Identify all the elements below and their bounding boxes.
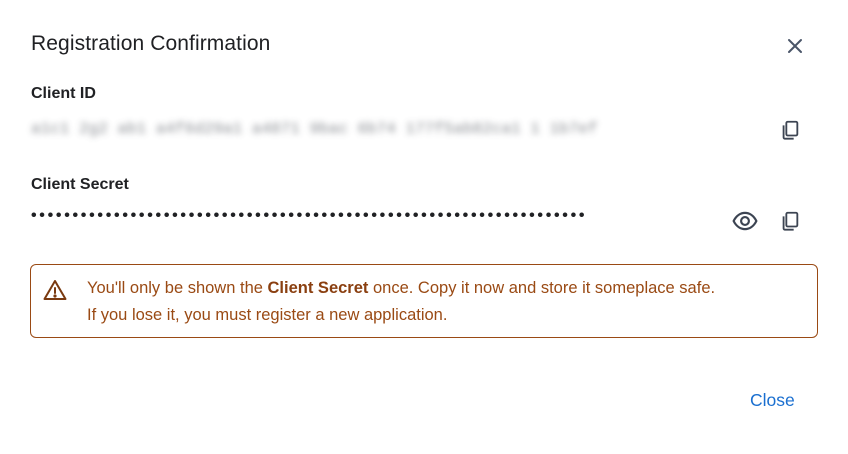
client-id-label: Client ID — [31, 85, 96, 102]
client-id-value: a1c1 2g2 ab1 a4f6d29a1 a4871 9bac 6b74 1… — [31, 120, 598, 138]
warning-text-emphasis: Client Secret — [267, 279, 369, 297]
warning-triangle-icon — [43, 280, 67, 300]
registration-confirmation-dialog: Registration Confirmation Client ID a1c1… — [0, 0, 848, 454]
warning-message: You'll only be shown the Client Secret o… — [87, 275, 807, 329]
copy-icon — [782, 211, 799, 231]
warning-text-after: once. Copy it now and store it someplace… — [368, 279, 716, 297]
warning-text-before: You'll only be shown the — [87, 279, 268, 297]
copy-client-id-button[interactable] — [774, 114, 806, 146]
dialog-title: Registration Confirmation — [31, 32, 271, 55]
reveal-secret-button[interactable] — [729, 205, 761, 237]
copy-client-secret-button[interactable] — [774, 205, 806, 237]
warning-line-two: If you lose it, you must register a new … — [87, 306, 448, 324]
warning-banner: You'll only be shown the Client Secret o… — [30, 264, 818, 338]
eye-icon — [732, 211, 758, 231]
close-icon — [788, 39, 802, 53]
close-button[interactable]: Close — [750, 390, 795, 411]
close-dialog-button[interactable] — [781, 32, 809, 60]
client-secret-label: Client Secret — [31, 176, 129, 193]
copy-icon — [782, 120, 799, 140]
client-secret-masked-value: ••••••••••••••••••••••••••••••••••••••••… — [31, 207, 588, 224]
